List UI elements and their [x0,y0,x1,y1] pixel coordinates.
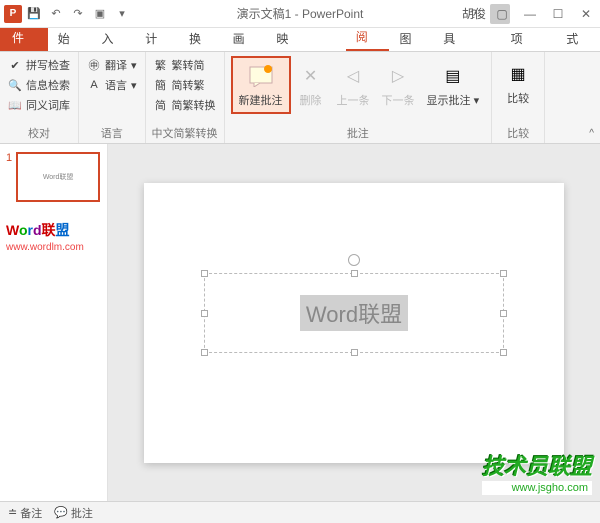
convert-icon: 简 [154,98,168,112]
resize-handle-ne[interactable] [500,270,507,277]
next-comment-button[interactable]: ▷ 下一条 [376,56,421,114]
window-title: 演示文稿1 - PowerPoint [237,5,364,22]
resize-handle-sw[interactable] [201,349,208,356]
group-comments: 新建批注 ✕ 删除 ◁ 上一条 ▷ 下一条 ▤ 显示批注 ▾ 批注 [225,52,493,143]
thumbnail-slide-1[interactable]: 1 Word联盟 [6,152,101,202]
group-label-language: 语言 [85,123,139,141]
notes-button[interactable]: ≐备注 [8,505,42,521]
language-icon: A [87,78,101,92]
delete-comment-button[interactable]: ✕ 删除 [291,56,331,114]
textbox-text[interactable]: Word联盟 [300,295,408,331]
show-comments-icon: ▤ [439,62,467,90]
prev-icon: ◁ [339,62,367,90]
thumbnail-preview: Word联盟 [16,152,100,202]
group-label-compare: 比较 [498,123,538,141]
save-icon[interactable]: 💾 [24,4,44,24]
slide-editor[interactable]: Word联盟 [108,144,600,501]
research-icon: 🔍 [8,78,22,92]
selected-textbox[interactable]: Word联盟 [204,273,504,353]
s2t-icon: 簡 [154,78,168,92]
next-icon: ▷ [384,62,412,90]
ribbon-tabs: 文件 开始 插入 设计 切换 动画 幻灯片放映 审阅 视图 开发工具 加载项 格… [0,28,600,52]
thesaurus-icon: 📖 [8,98,22,112]
new-comment-icon [247,62,275,90]
qat-dropdown-icon[interactable]: ▾ [112,4,132,24]
group-label-chinese: 中文简繁转换 [152,123,218,141]
help-icon[interactable]: ? [460,2,488,26]
trad-to-simp-button[interactable]: 繁繁转简 [152,56,218,74]
resize-handle-nw[interactable] [201,270,208,277]
group-chinese: 繁繁转简 簡简转繁 简简繁转换 中文简繁转换 [146,52,225,143]
translate-icon: ㊥ [87,58,101,72]
comments-pane-button[interactable]: 💬批注 [54,505,93,521]
minimize-icon[interactable]: — [516,2,544,26]
research-button[interactable]: 🔍信息检索 [6,76,72,94]
dropdown-icon: ▾ [131,59,137,72]
app-icon: P [4,5,22,23]
prev-comment-button[interactable]: ◁ 上一条 [331,56,376,114]
redo-icon[interactable]: ↷ [68,4,88,24]
undo-icon[interactable]: ↶ [46,4,66,24]
group-compare: ▦ 比较 比较 [492,52,545,143]
t2s-icon: 繁 [154,58,168,72]
resize-handle-s[interactable] [351,349,358,356]
translate-button[interactable]: ㊥翻译▾ [85,56,139,74]
compare-icon: ▦ [504,60,532,88]
collapse-ribbon-icon[interactable]: ^ [585,126,598,141]
rotate-handle[interactable] [348,254,360,266]
group-language: ㊥翻译▾ A语言▾ 语言 [79,52,146,143]
compare-button[interactable]: ▦ 比较 [498,56,538,110]
watermark-bottom: 技术员联盟 www.jsgho.com [482,449,592,495]
thesaurus-button[interactable]: 📖同义词库 [6,96,72,114]
ribbon-options-icon[interactable]: ▢ [488,2,516,26]
group-label-comments: 批注 [231,123,486,141]
group-proofing: ✔拼写检查 🔍信息检索 📖同义词库 校对 [0,52,79,143]
slideshow-icon[interactable]: ▣ [90,4,110,24]
simp-to-trad-button[interactable]: 簡简转繁 [152,76,218,94]
delete-icon: ✕ [297,62,325,90]
slide-thumbnail-panel: 1 Word联盟 [0,144,108,501]
watermark-left: Word联盟 www.wordlm.com [6,220,84,253]
language-button[interactable]: A语言▾ [85,76,139,94]
dropdown-icon: ▾ [131,79,137,92]
spell-icon: ✔ [8,58,22,72]
comments-icon: 💬 [54,506,68,519]
spell-check-button[interactable]: ✔拼写检查 [6,56,72,74]
close-icon[interactable]: ✕ [572,2,600,26]
group-label-proofing: 校对 [6,123,72,141]
slide-canvas[interactable]: Word联盟 [144,183,564,463]
notes-icon: ≐ [8,506,17,519]
status-bar: ≐备注 💬批注 [0,501,600,523]
resize-handle-se[interactable] [500,349,507,356]
resize-handle-w[interactable] [201,310,208,317]
resize-handle-n[interactable] [351,270,358,277]
convert-button[interactable]: 简简繁转换 [152,96,218,114]
resize-handle-e[interactable] [500,310,507,317]
new-comment-button[interactable]: 新建批注 [231,56,291,114]
ribbon: ✔拼写检查 🔍信息检索 📖同义词库 校对 ㊥翻译▾ A语言▾ 语言 繁繁转简 簡… [0,52,600,144]
maximize-icon[interactable]: ☐ [544,2,572,26]
show-comments-button[interactable]: ▤ 显示批注 ▾ [421,56,486,114]
